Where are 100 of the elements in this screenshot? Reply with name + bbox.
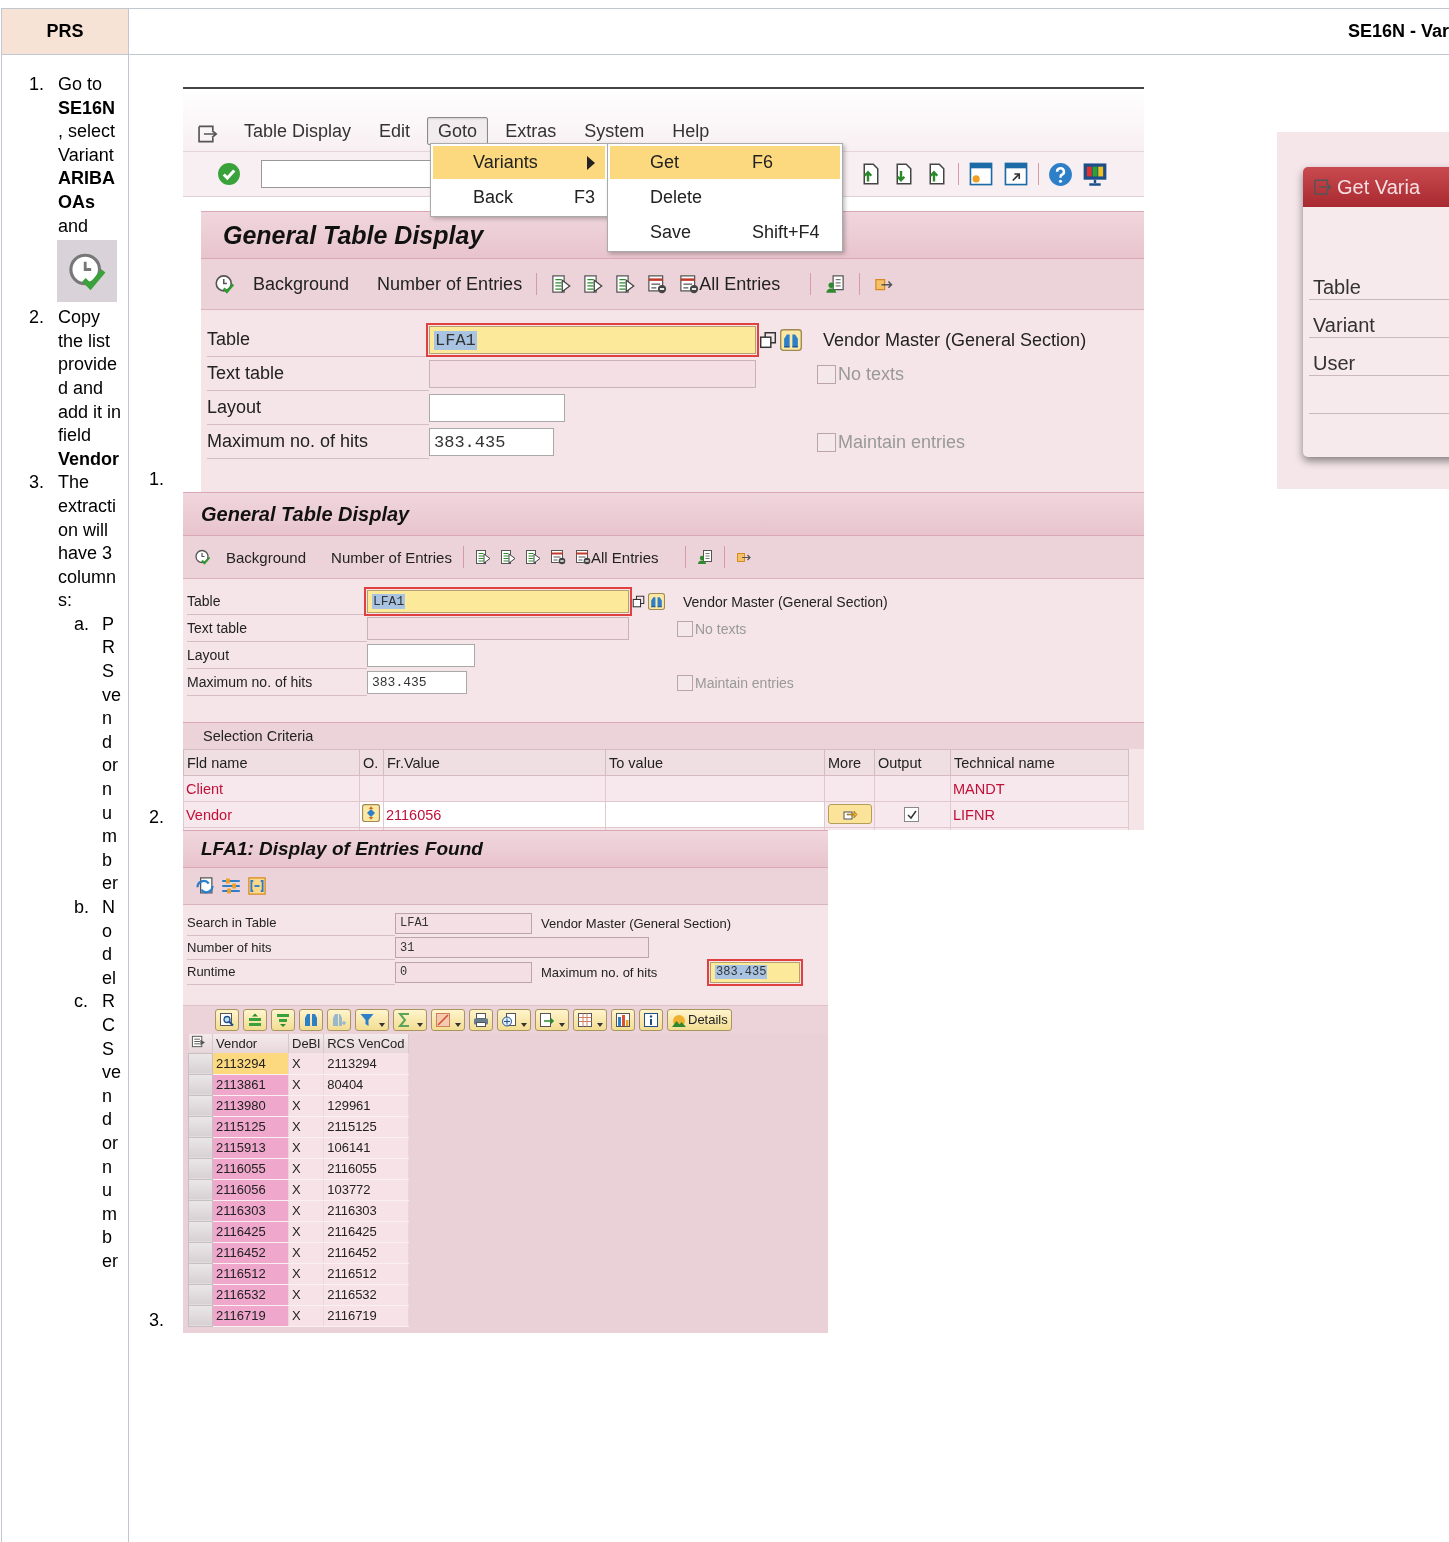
toolbar-button[interactable]	[431, 1008, 465, 1031]
text-table-field[interactable]	[367, 617, 629, 640]
number-of-entries-button[interactable]: Number of Entries	[377, 273, 523, 295]
copy-icon[interactable]	[759, 331, 777, 349]
chart-icon	[615, 1011, 631, 1028]
details-button[interactable]: Details	[667, 1008, 732, 1031]
table-field[interactable]: LFA1	[429, 326, 756, 354]
column-header: Technical name	[950, 749, 1129, 776]
all-entries-button[interactable]: All Entries	[574, 548, 659, 566]
list-minus-icon	[574, 549, 591, 565]
table-field[interactable]: LFA1	[367, 590, 629, 613]
table-description: Vendor Master (General Section)	[823, 329, 1088, 351]
list-minus-icon[interactable]	[549, 549, 566, 565]
background-button[interactable]: Background	[226, 548, 307, 566]
binoculars-icon	[331, 1011, 347, 1028]
all-entries-button[interactable]: All Entries	[679, 273, 781, 295]
menu-item[interactable]: Get F6	[610, 146, 840, 179]
list-minus-icon[interactable]	[647, 274, 668, 294]
list-arrow-icon[interactable]	[499, 549, 516, 565]
toolbar-button[interactable]	[639, 1008, 663, 1031]
menu-item[interactable]: Back F3	[433, 181, 605, 214]
option-icon[interactable]	[362, 804, 380, 822]
list-arrow-icon[interactable]	[474, 549, 491, 565]
step-number: 1.	[29, 73, 45, 96]
copy-icon[interactable]	[632, 595, 645, 608]
substep-text: Nodel	[102, 896, 117, 990]
list-arrow-icon[interactable]	[551, 274, 572, 294]
column-selector-icon[interactable]	[190, 1034, 206, 1049]
menu-item[interactable]: Delete	[610, 181, 840, 214]
bracket-icon[interactable]	[247, 876, 267, 896]
clock-check-icon[interactable]	[195, 549, 211, 565]
field-label: Maximum no. of hits	[541, 964, 659, 980]
window-menu-icon[interactable]	[197, 123, 219, 145]
runtime-field: 0	[395, 961, 532, 983]
menu-item[interactable]: Table Display	[233, 117, 363, 145]
list-arrow-icon[interactable]	[583, 274, 604, 294]
check-icon[interactable]	[217, 162, 241, 186]
toolbar-button[interactable]	[299, 1008, 323, 1031]
table-cell: 2113294	[323, 1053, 408, 1074]
list-arrow-icon[interactable]	[524, 549, 541, 565]
binoculars-icon[interactable]	[780, 329, 802, 351]
window-icon[interactable]	[968, 161, 994, 187]
toolbar-button[interactable]	[611, 1008, 635, 1031]
person-list-icon[interactable]	[825, 274, 846, 294]
substep-text: PRS vendor number	[102, 612, 122, 896]
field-label: Runtime	[187, 960, 395, 985]
toolbar-button[interactable]	[355, 1008, 389, 1031]
figure-number: 1.	[149, 469, 165, 491]
menu-item[interactable]: Goto	[427, 117, 489, 145]
view-icon	[501, 1011, 517, 1028]
toolbar-button[interactable]	[469, 1008, 493, 1031]
menu-item[interactable]: Save Shift+F4	[610, 216, 840, 249]
max-hits-field[interactable]: 383.435	[429, 428, 554, 456]
layout-field[interactable]	[367, 644, 475, 667]
field-label: Search in Table	[187, 911, 395, 936]
refresh-icon[interactable]	[195, 876, 215, 896]
help-icon[interactable]	[1048, 161, 1073, 187]
menu-item[interactable]: Variants	[433, 146, 605, 179]
output-checkbox[interactable]	[904, 807, 919, 822]
info-icon	[643, 1011, 659, 1028]
toolbar-button[interactable]	[215, 1008, 239, 1031]
max-hits-field[interactable]: 383.435	[367, 671, 467, 694]
number-of-entries-button[interactable]: Number of Entries	[331, 548, 452, 566]
window-icon[interactable]	[1003, 161, 1029, 187]
column-header: More	[824, 749, 875, 776]
step-number: 2.	[29, 306, 45, 330]
person-list-icon[interactable]	[697, 549, 714, 565]
list-minus-icon	[679, 274, 700, 294]
toolbar-button[interactable]	[497, 1008, 531, 1031]
column-header: Output	[874, 749, 951, 776]
menu-item[interactable]: Extras	[494, 117, 568, 145]
binoculars-icon	[303, 1011, 319, 1028]
step-text: Go to SE16N , select Variant ARIBA OAs and	[58, 74, 116, 236]
window-menu-icon	[1313, 177, 1333, 197]
menu-item[interactable]: System	[573, 117, 656, 145]
substep-text: RCS vendor number	[102, 990, 122, 1273]
max-hits-field[interactable]: 383.435	[710, 961, 800, 983]
toolbar-button[interactable]	[535, 1008, 569, 1031]
field-label: User	[1313, 352, 1356, 375]
monitor-icon[interactable]	[1082, 161, 1108, 187]
toolbar-button[interactable]	[573, 1008, 607, 1031]
menu-item[interactable]: Help	[661, 117, 721, 145]
sort-ascending-icon	[247, 1011, 263, 1028]
clock-check-icon[interactable]	[215, 274, 235, 294]
table-cell: Vendor	[186, 806, 232, 823]
text-table-field[interactable]	[429, 360, 756, 388]
sliders-icon[interactable]	[221, 876, 241, 896]
field-label: Variant	[1313, 314, 1375, 337]
layout-field[interactable]	[429, 394, 565, 422]
background-button[interactable]: Background	[253, 273, 350, 295]
menu-item[interactable]: Edit	[368, 117, 422, 145]
from-value-field[interactable]: 2116056	[386, 806, 442, 823]
hits-field: 31	[395, 937, 649, 959]
column-header: SE16N - Var	[1347, 21, 1449, 42]
list-arrow-icon[interactable]	[615, 274, 636, 294]
field-label: Number of hits	[187, 935, 395, 960]
binoculars-icon[interactable]	[648, 593, 665, 610]
table-cell: MANDT	[953, 780, 1005, 797]
screen-title: LFA1: Display of Entries Found	[201, 838, 483, 860]
table-cell: LIFNR	[953, 806, 995, 823]
